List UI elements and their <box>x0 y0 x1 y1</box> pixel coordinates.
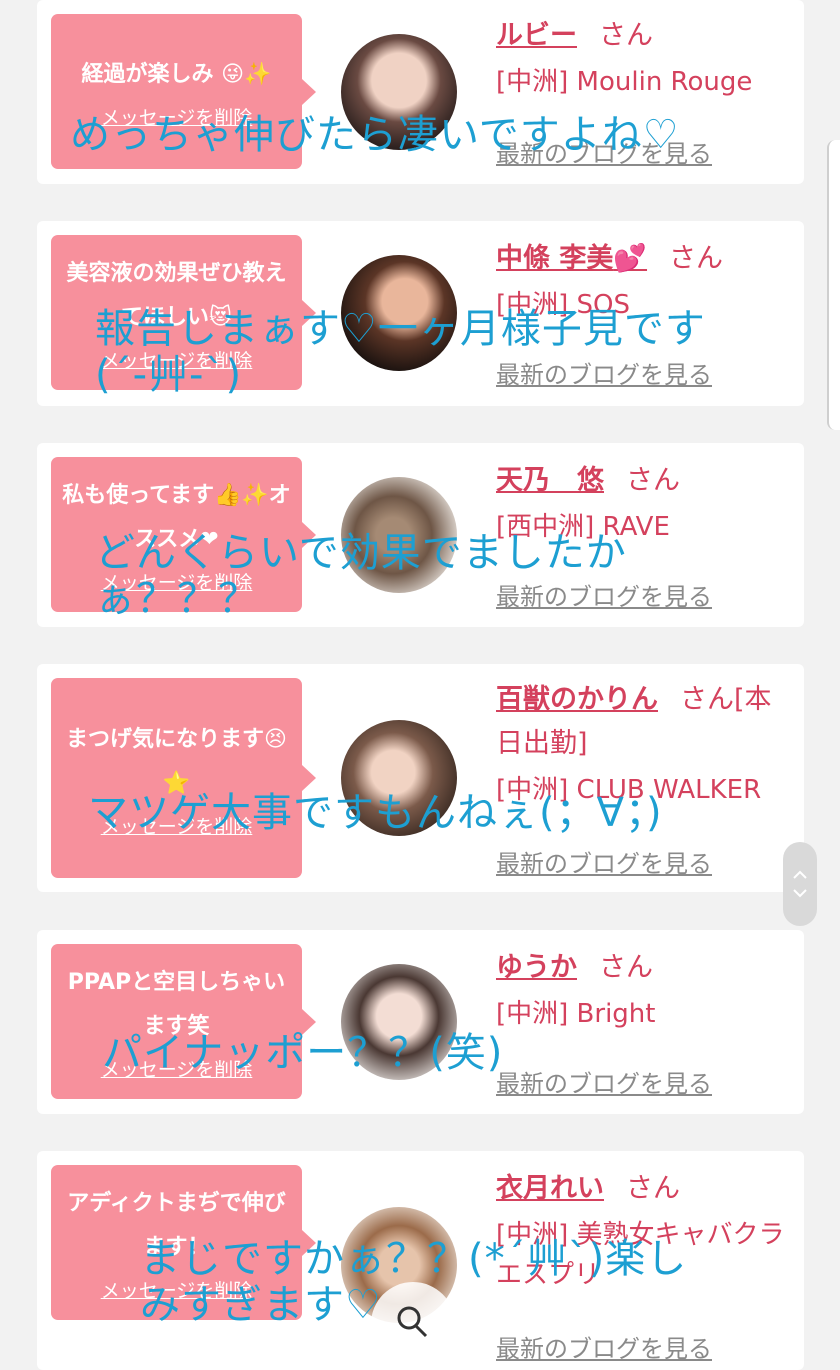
message-text: アディクトまぢで伸びます！ <box>67 1191 286 1260</box>
cast-info: 百獣のかりん さん[本日出勤] [中洲] CLUB WALKER <box>496 678 796 810</box>
delete-message-link[interactable]: メッセージを削除 <box>101 103 253 130</box>
latest-blog-link[interactable]: 最新のブログを見る <box>496 134 712 169</box>
latest-blog-link[interactable]: 最新のブログを見る <box>496 1329 712 1364</box>
cast-name-link[interactable]: 天乃 悠 <box>496 465 604 496</box>
avatar[interactable] <box>341 720 457 836</box>
delete-message-link[interactable]: メッセージを削除 <box>101 812 253 839</box>
shop-name: [中洲] Moulin Rouge <box>496 67 753 97</box>
honorific: さん <box>626 1173 680 1204</box>
cast-info: 中條 李美💕 さん [中洲] SOS <box>496 237 796 325</box>
latest-blog-link[interactable]: 最新のブログを見る <box>496 355 712 390</box>
honorific: さん <box>599 20 653 51</box>
avatar[interactable] <box>341 964 457 1080</box>
honorific: さん <box>599 952 653 983</box>
latest-blog-link[interactable]: 最新のブログを見る <box>496 577 712 612</box>
shop-name: [中洲] Bright <box>496 999 656 1029</box>
latest-blog-link[interactable]: 最新のブログを見る <box>496 1064 712 1099</box>
emoji: 😜✨ <box>221 62 272 87</box>
cast-name-link[interactable]: ゆうか <box>496 952 577 983</box>
cast-info: 衣月れい さん [中洲] 美熟女キャバクラ エスプリ <box>496 1167 796 1295</box>
shop-name: [中洲] CLUB WALKER <box>496 775 762 805</box>
message-text: 美容液の効果ぜひ教えてほしい <box>66 261 287 330</box>
message-card: 美容液の効果ぜひ教えてほしい😻 メッセージを削除 中條 李美💕 さん [中洲] S… <box>37 221 804 406</box>
cast-info: ルビー さん [中洲] Moulin Rouge <box>496 14 796 102</box>
shop-name: [中洲] SOS <box>496 290 631 320</box>
delete-message-link[interactable]: メッセージを削除 <box>101 1276 253 1303</box>
search-button[interactable] <box>371 1282 455 1366</box>
delete-message-link[interactable]: メッセージを削除 <box>101 1055 253 1082</box>
message-text: 経過が楽しみ <box>81 62 214 87</box>
message-bubble: 経過が楽しみ 😜✨ メッセージを削除 <box>51 14 316 169</box>
message-card: 私も使ってます👍✨オススメ❤ メッセージを削除 天乃 悠さん [西中洲] RAV… <box>37 443 804 627</box>
heart-icon: 💕 <box>613 243 648 274</box>
latest-blog-link[interactable]: 最新のブログを見る <box>496 844 712 879</box>
honorific: さん <box>626 465 680 496</box>
scroll-buttons <box>783 842 817 926</box>
message-card: まつげ気になります😣⭐ メッセージを削除 百獣のかりん さん[本日出勤] [中洲]… <box>37 664 804 892</box>
honorific: さん <box>669 243 724 274</box>
shop-name: [中洲] 美熟女キャバクラ エスプリ <box>496 1220 785 1290</box>
delete-message-link[interactable]: メッセージを削除 <box>101 568 253 595</box>
message-text: 私も使ってます👍✨オススメ❤ <box>62 483 291 552</box>
avatar[interactable] <box>341 477 457 593</box>
message-bubble: アディクトまぢで伸びます！ メッセージを削除 <box>51 1165 316 1320</box>
search-icon <box>397 1306 428 1338</box>
cast-info: 天乃 悠さん [西中洲] RAVE <box>496 459 796 547</box>
cast-name-link[interactable]: ルビー <box>496 20 577 51</box>
chevron-down-icon[interactable] <box>792 888 808 898</box>
message-text: まつげ気になります😣⭐ <box>66 726 287 796</box>
message-bubble: 私も使ってます👍✨オススメ❤ メッセージを削除 <box>51 457 316 612</box>
edge-panel-handle[interactable] <box>827 140 840 430</box>
cast-name-link[interactable]: 衣月れい <box>496 1173 604 1204</box>
message-card: 経過が楽しみ 😜✨ メッセージを削除 ルビー さん [中洲] Moulin Rou… <box>37 0 804 184</box>
message-bubble: 美容液の効果ぜひ教えてほしい😻 メッセージを削除 <box>51 235 316 390</box>
emoji: 😻 <box>209 305 232 330</box>
message-bubble: PPAPと空目しちゃいます笑 メッセージを削除 <box>51 944 316 1099</box>
chevron-up-icon[interactable] <box>792 870 808 880</box>
cast-name-link[interactable]: 百獣のかりん <box>496 684 658 715</box>
message-card: PPAPと空目しちゃいます笑 メッセージを削除 ゆうか さん [中洲] Brigh… <box>37 930 804 1114</box>
message-bubble: まつげ気になります😣⭐ メッセージを削除 <box>51 678 316 878</box>
message-text: PPAPと空目しちゃいます笑 <box>67 970 286 1039</box>
shop-name: [西中洲] RAVE <box>496 512 670 542</box>
avatar[interactable] <box>341 34 457 150</box>
delete-message-link[interactable]: メッセージを削除 <box>101 346 253 373</box>
cast-info: ゆうか さん [中洲] Bright <box>496 946 796 1034</box>
cast-name-link[interactable]: 中條 李美💕 <box>496 243 647 274</box>
avatar[interactable] <box>341 255 457 371</box>
